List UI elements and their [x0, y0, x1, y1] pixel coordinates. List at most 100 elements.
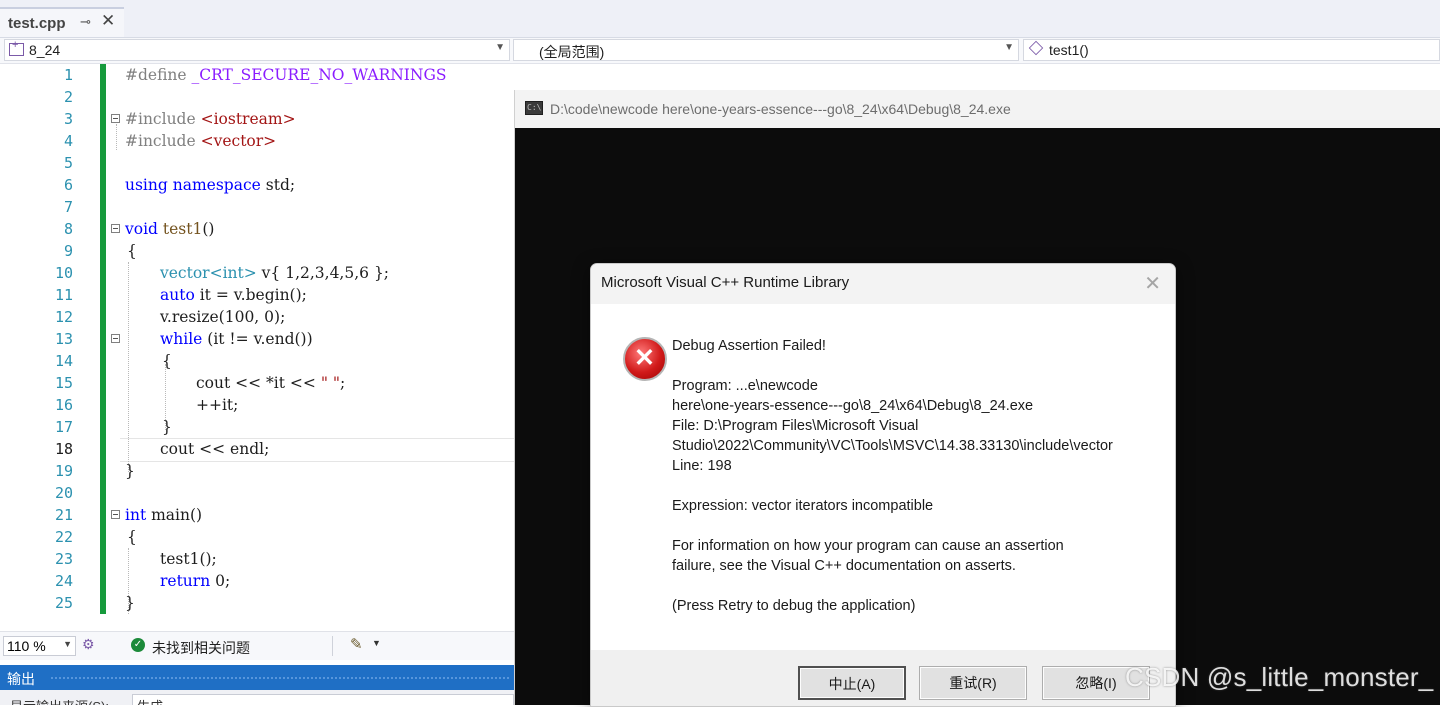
method-cube-icon — [1028, 40, 1044, 56]
line-number: 19 — [54, 462, 73, 480]
navigation-bar: 8_24 ▼ (全局范围) ▼ test1() — [0, 38, 1440, 64]
code-line: { — [127, 242, 137, 260]
line-number: 12 — [54, 308, 73, 326]
line-number-current: 18 — [54, 440, 73, 458]
collapse-toggle-icon[interactable] — [111, 510, 120, 519]
code-line: ++it; — [196, 396, 239, 414]
line-number: 11 — [54, 286, 73, 304]
intellicode-icon[interactable]: ⚙ — [82, 636, 95, 653]
code-line: { — [127, 528, 137, 546]
code-line: return 0; — [160, 572, 231, 590]
document-tab-strip: test.cpp ⊸ ✕ — [0, 0, 1440, 38]
editor-status-bar: 110 % ▼ ⚙ ✓ 未找到相关问题 ✎ ▼ — [0, 631, 514, 660]
output-panel-title: 输出 — [7, 671, 35, 687]
project-name: 8_24 — [29, 42, 61, 58]
outline-guide — [116, 124, 118, 150]
indent-guide — [128, 262, 130, 472]
dialog-expression: Expression: vector iterators incompatibl… — [672, 498, 934, 514]
line-number: 14 — [54, 352, 73, 370]
code-line: vector<int> v{ 1,2,3,4,5,6 }; — [160, 264, 390, 282]
retry-button[interactable]: 重试(R) — [919, 666, 1027, 700]
function-name: test1() — [1049, 42, 1089, 58]
line-number: 9 — [63, 242, 73, 260]
line-number: 7 — [63, 198, 73, 216]
dialog-line-number: Line: 198 — [672, 458, 732, 474]
code-line: v.resize(100, 0); — [160, 308, 286, 326]
console-app-icon: C:\ — [525, 101, 543, 115]
output-panel-header[interactable]: 输出 — [0, 665, 514, 690]
issues-status[interactable]: 未找到相关问题 — [152, 638, 250, 658]
change-tracking-bar — [100, 64, 106, 614]
line-number: 20 — [54, 484, 73, 502]
dialog-titlebar[interactable]: Microsoft Visual C++ Runtime Library ✕ — [591, 264, 1175, 304]
chevron-down-icon[interactable]: ▼ — [372, 638, 381, 648]
code-line: int main() — [125, 506, 203, 524]
tab-test-cpp[interactable]: test.cpp ⊸ ✕ — [0, 7, 124, 37]
code-line: } — [125, 594, 135, 612]
code-line: } — [125, 462, 135, 480]
line-number: 15 — [54, 374, 73, 392]
line-number: 17 — [54, 418, 73, 436]
line-number: 13 — [54, 330, 73, 348]
line-number: 3 — [63, 110, 73, 128]
output-source-row: 显示输出来源(S): 生成 — [0, 690, 514, 705]
dialog-button-row: 中止(A) 重试(R) 忽略(I) — [591, 650, 1175, 706]
function-dropdown[interactable]: test1() — [1023, 39, 1440, 61]
zoom-dropdown[interactable]: 110 % ▼ — [3, 636, 76, 656]
divider — [332, 636, 333, 656]
dialog-file-line: File: D:\Program Files\Microsoft Visual — [672, 418, 919, 434]
console-titlebar[interactable]: C:\ D:\code\newcode here\one-years-essen… — [515, 90, 1440, 128]
chevron-down-icon: ▼ — [63, 639, 72, 649]
code-line: } — [162, 418, 172, 436]
dialog-title: Microsoft Visual C++ Runtime Library — [601, 274, 850, 291]
check-circle-icon: ✓ — [131, 638, 145, 652]
dialog-program-line: Program: ...e\newcode — [672, 378, 818, 394]
line-number: 23 — [54, 550, 73, 568]
line-number: 10 — [54, 264, 73, 282]
dialog-heading: Debug Assertion Failed! — [672, 338, 826, 354]
code-line: { — [162, 352, 172, 370]
code-line: while (it != v.end()) — [160, 330, 313, 348]
code-line: using namespace std; — [125, 176, 296, 194]
line-number: 16 — [54, 396, 73, 414]
collapse-toggle-icon[interactable] — [111, 224, 120, 233]
collapse-toggle-icon[interactable] — [111, 114, 120, 123]
close-icon[interactable]: ✕ — [1144, 271, 1161, 296]
code-line: test1(); — [160, 550, 217, 568]
chevron-down-icon: ▼ — [495, 42, 505, 53]
code-line: cout << endl; — [160, 440, 270, 458]
dialog-info-line: failure, see the Visual C++ documentatio… — [672, 558, 1016, 574]
line-number: 5 — [63, 154, 73, 172]
scope-dropdown[interactable]: (全局范围) ▼ — [513, 39, 1019, 61]
chevron-down-icon: ▼ — [1004, 42, 1014, 53]
dialog-program-line: here\one-years-essence---go\8_24\x64\Deb… — [672, 398, 1034, 414]
abort-button[interactable]: 中止(A) — [798, 666, 906, 700]
dialog-info-line: For information on how your program can … — [672, 538, 1064, 554]
code-line: void test1() — [125, 220, 215, 238]
line-number: 21 — [54, 506, 73, 524]
dialog-press-retry: (Press Retry to debug the application) — [672, 598, 916, 614]
assertion-dialog[interactable]: Microsoft Visual C++ Runtime Library ✕ D… — [590, 263, 1176, 707]
line-number: 4 — [63, 132, 73, 150]
console-title: D:\code\newcode here\one-years-essence--… — [550, 101, 1011, 117]
line-number: 22 — [54, 528, 73, 546]
error-icon — [623, 337, 667, 381]
output-source-dropdown[interactable]: 生成 — [132, 694, 514, 705]
line-number: 6 — [63, 176, 73, 194]
project-dropdown[interactable]: 8_24 ▼ — [4, 39, 510, 61]
line-number: 2 — [63, 88, 73, 106]
drag-grip[interactable] — [50, 676, 510, 680]
scope-name: (全局范围) — [539, 44, 605, 60]
zoom-level: 110 % — [7, 638, 46, 654]
code-line: auto it = v.begin(); — [160, 286, 307, 304]
line-number: 1 — [63, 66, 73, 84]
watermark: CSDN @s_little_monster_ — [1125, 662, 1434, 692]
close-tab-icon[interactable]: ✕ — [101, 11, 115, 31]
code-cleanup-brush-icon[interactable]: ✎ — [350, 635, 363, 653]
tab-title: test.cpp — [8, 15, 66, 32]
code-line: cout << *it << " "; — [196, 374, 346, 392]
output-source-label: 显示输出来源(S): — [10, 696, 109, 705]
line-number: 25 — [54, 594, 73, 612]
collapse-toggle-icon[interactable] — [111, 334, 120, 343]
pin-icon[interactable]: ⊸ — [80, 14, 91, 30]
